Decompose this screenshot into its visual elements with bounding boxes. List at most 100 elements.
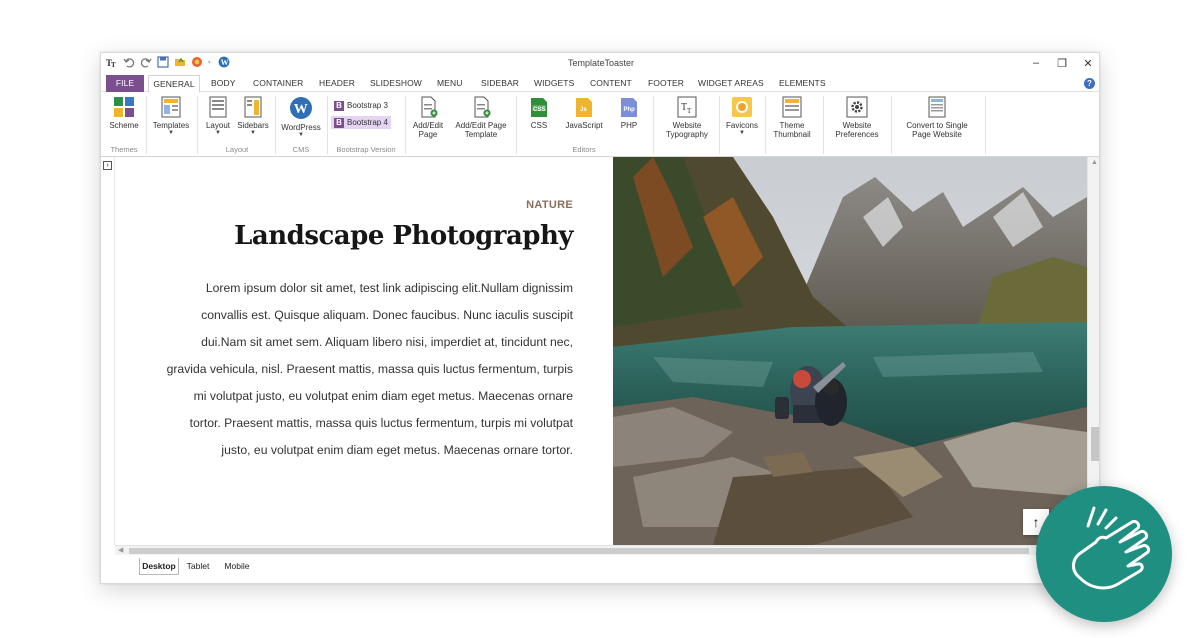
templates-dropdown-icon[interactable]: ▼ [149,130,193,137]
theme-thumbnail-label-2: Thumbnail [773,130,811,139]
hand-wave-badge[interactable] [1036,486,1172,622]
tab-mobile[interactable]: Mobile [221,558,253,575]
tab-widgets[interactable]: WIDGETS [534,75,574,92]
javascript-file-icon: Js [576,98,592,117]
scrollbar-thumb[interactable] [129,548,1029,554]
scheme-label: Scheme [109,121,139,130]
restore-icon[interactable]: ❐ [1055,56,1069,70]
content-column: NATURE Landscape Photography Lorem ipsum… [115,157,613,545]
ribbon-tab-bar: FILE GENERAL BODY CONTAINER HEADER SLIDE… [101,75,1099,93]
tab-menu[interactable]: MENU [437,75,462,92]
theme-thumbnail-button[interactable]: Theme Thumbnail [769,96,815,139]
add-edit-page-label-2: Page [418,130,438,139]
svg-text:T: T [687,107,692,115]
single-page-icon [928,96,946,118]
svg-text:Js: Js [580,107,587,113]
bootstrap3-button[interactable]: B Bootstrap 3 [331,99,391,112]
thumbnail-icon [782,96,802,118]
paragraph-line: Lorem ipsum dolor sit amet, test link ad… [205,281,573,295]
paragraph-line: mi volutpat justo, eu volutpat enim diam… [193,389,573,403]
sidebars-icon [244,96,262,118]
tab-body[interactable]: BODY [211,75,236,92]
tab-file[interactable]: FILE [106,75,144,92]
group-editors: Editors [572,145,596,154]
svg-text:Php: Php [624,107,636,113]
ribbon-toolbar: Scheme Templates ▼ Themes Layout ▼ Sideb… [101,93,1099,157]
wordpress-dropdown-icon[interactable]: ▼ [279,132,323,139]
bootstrap4-label: Bootstrap 4 [347,118,388,127]
website-typography-button[interactable]: TT Website Typography [659,96,715,139]
horizontal-scrollbar[interactable]: ◀ [115,545,1087,555]
php-label: PHP [620,121,638,130]
javascript-label: JavaScript [565,121,603,130]
favicon-icon [732,97,752,117]
website-preferences-label-2: Preferences [835,130,879,139]
tab-widget-areas[interactable]: WIDGET AREAS [698,75,764,92]
add-edit-page-template-button[interactable]: Add/Edit Page Template [450,96,512,139]
bootstrap-icon: B [334,117,344,128]
ribbon-separator [516,96,517,154]
window-controls: – ❐ ✕ [1029,56,1095,70]
ribbon-separator [405,96,406,154]
tab-general[interactable]: GENERAL [148,75,200,93]
website-preferences-button[interactable]: Website Preferences [829,96,885,139]
theme-thumbnail-label: Theme [779,121,805,130]
ribbon-separator [327,96,328,154]
waving-hand-icon [1072,506,1150,590]
javascript-button[interactable]: Js JavaScript [561,96,607,130]
add-page-icon [421,96,438,118]
group-bootstrap-version: Bootstrap Version [336,145,396,154]
tab-container[interactable]: CONTAINER [253,75,303,92]
close-icon[interactable]: ✕ [1081,56,1095,70]
help-icon[interactable]: ? [1084,78,1095,89]
window-title: TemplateToaster [567,58,635,68]
body-paragraph: Lorem ipsum dolor sit amet, test link ad… [115,275,573,464]
tab-tablet[interactable]: Tablet [183,558,213,575]
tab-elements[interactable]: ELEMENTS [779,75,826,92]
ribbon-separator [765,96,766,154]
page-heading: Landscape Photography [234,221,573,251]
tab-footer[interactable]: FOOTER [648,75,684,92]
scheme-button[interactable]: Scheme [106,96,142,130]
css-file-icon: CSS [531,98,547,117]
gear-icon [846,96,868,118]
app-window: TT W TemplateToaster – ❐ ✕ FILE GENERAL … [100,52,1100,584]
layout-dropdown-icon[interactable]: ▼ [203,130,233,137]
css-button[interactable]: CSS CSS [523,96,555,130]
convert-single-page-button[interactable]: Convert to Single Page Website [897,96,977,139]
sidebars-dropdown-icon[interactable]: ▼ [235,130,271,137]
ribbon-separator [653,96,654,154]
ribbon-separator [275,96,276,154]
bootstrap4-button[interactable]: B Bootstrap 4 [331,116,391,129]
device-preview-tabs: Desktop Tablet Mobile [101,555,1099,583]
paragraph-line: justo, eu volutpat enim diam eget metus.… [221,443,573,457]
templates-button[interactable]: Templates ▼ [149,96,193,137]
scroll-up-icon[interactable]: ▲ [1091,159,1098,166]
expand-panel-icon[interactable]: › [103,161,112,170]
layout-button[interactable]: Layout ▼ [203,96,233,137]
favicons-dropdown-icon[interactable]: ▼ [723,130,761,137]
add-template-icon [474,96,491,118]
tab-desktop[interactable]: Desktop [139,558,179,575]
add-edit-page-label: Add/Edit [412,121,444,130]
tab-header[interactable]: HEADER [319,75,355,92]
tab-slideshow[interactable]: SLIDESHOW [370,75,422,92]
wordpress-button[interactable]: W WordPress ▼ [279,96,323,139]
tab-sidebar[interactable]: SIDEBAR [481,75,519,92]
sidebars-button[interactable]: Sidebars ▼ [235,96,271,137]
tab-content[interactable]: CONTENT [590,75,632,92]
website-typography-label-2: Typography [666,130,708,139]
convert-single-page-label-2: Page Website [912,130,962,139]
layout-label: Layout [205,121,231,130]
favicons-button[interactable]: Favicons ▼ [723,96,761,137]
scroll-left-icon[interactable]: ◀ [118,546,123,555]
category-label: NATURE [526,199,573,211]
group-themes: Themes [110,145,138,154]
scheme-icon [114,97,134,117]
php-button[interactable]: Php PHP [613,96,645,130]
design-canvas[interactable]: NATURE Landscape Photography Lorem ipsum… [115,157,1087,545]
minimize-icon[interactable]: – [1029,56,1043,70]
scrollbar-thumb[interactable] [1091,427,1099,461]
add-edit-page-button[interactable]: Add/Edit Page [408,96,448,139]
typography-icon: TT [677,96,697,118]
